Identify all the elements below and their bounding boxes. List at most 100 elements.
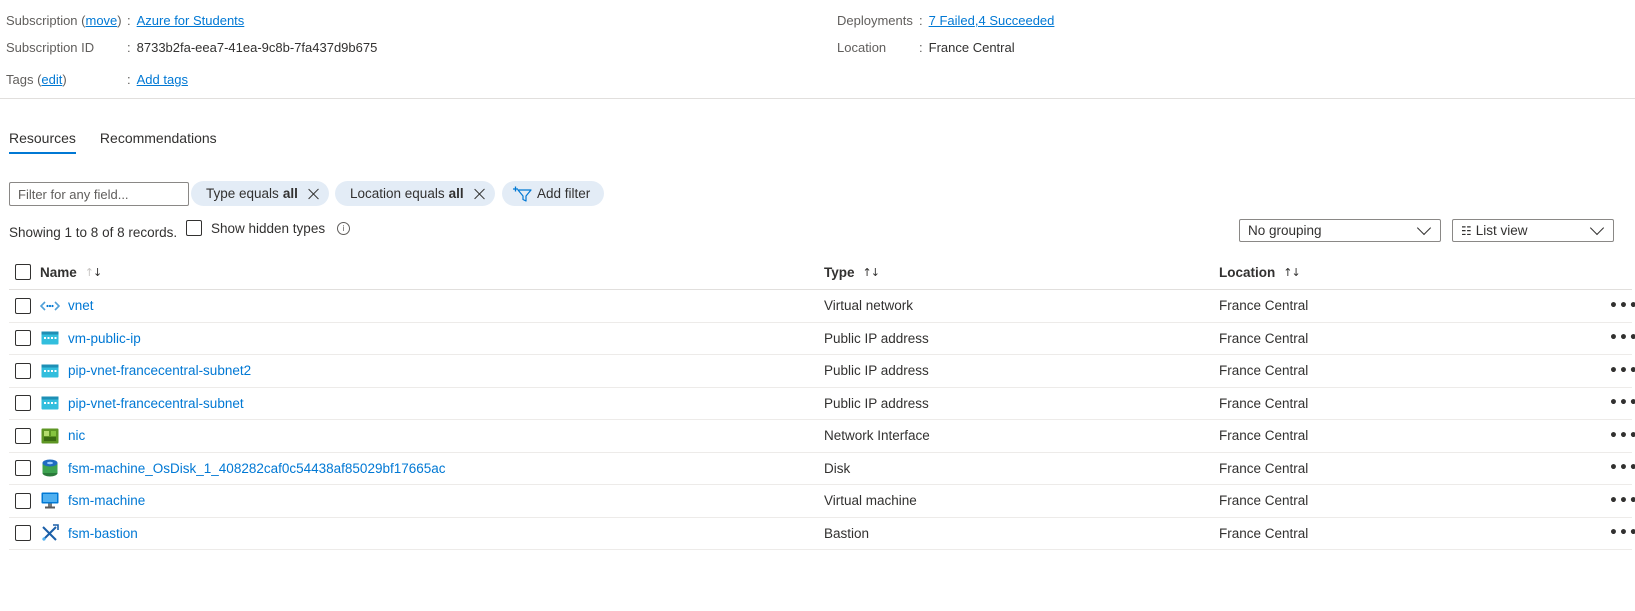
deployments-succeeded-link[interactable]: 4 Succeeded bbox=[979, 13, 1055, 28]
grouping-value: No grouping bbox=[1248, 223, 1322, 238]
close-icon[interactable] bbox=[308, 188, 320, 200]
show-hidden-types: Show hidden types i bbox=[186, 220, 351, 236]
public-ip-icon bbox=[40, 328, 60, 348]
chevron-down-icon bbox=[1589, 220, 1605, 236]
table-row[interactable]: vm-public-ip Public IP address France Ce… bbox=[9, 323, 1635, 355]
subscription-link[interactable]: Azure for Students bbox=[137, 13, 245, 28]
show-hidden-label: Show hidden types bbox=[211, 220, 326, 236]
resource-name-link[interactable]: fsm-machine_OsDisk_1_408282caf0c54438af8… bbox=[68, 461, 446, 476]
deployments-label: Deployments bbox=[837, 13, 913, 28]
resource-name-link[interactable]: pip-vnet-francecentral-subnet2 bbox=[68, 363, 251, 378]
sort-icon[interactable]: ↑↓ bbox=[863, 266, 880, 279]
deployments-colon: : bbox=[919, 13, 923, 28]
location-value: France Central bbox=[928, 40, 1015, 55]
view-dropdown[interactable]: ☷ List view bbox=[1452, 219, 1614, 242]
column-name-header[interactable]: Name ↑↓ bbox=[40, 255, 102, 289]
resource-name-link[interactable]: vnet bbox=[68, 298, 94, 313]
type-filter-prefix: Type equals bbox=[206, 186, 279, 201]
deployments-failed-link[interactable]: 7 Failed bbox=[929, 13, 975, 28]
row-checkbox[interactable] bbox=[15, 362, 31, 379]
more-options-icon[interactable]: ••• bbox=[1609, 298, 1635, 314]
table-row[interactable]: vnet Virtual network France Central ••• bbox=[9, 290, 1635, 323]
table-row[interactable]: pip-vnet-francecentral-subnet Public IP … bbox=[9, 388, 1635, 420]
resource-location: France Central bbox=[1219, 363, 1309, 379]
tags-edit-link[interactable]: edit bbox=[41, 72, 62, 87]
resource-location: France Central bbox=[1219, 428, 1309, 444]
virtual-network-icon bbox=[40, 296, 60, 316]
row-checkbox[interactable] bbox=[15, 395, 31, 412]
more-options-icon[interactable]: ••• bbox=[1609, 460, 1635, 476]
network-interface-icon bbox=[40, 426, 60, 446]
sort-icon[interactable]: ↑↓ bbox=[1283, 266, 1300, 279]
show-hidden-checkbox[interactable] bbox=[186, 220, 202, 236]
more-options-icon[interactable]: ••• bbox=[1609, 493, 1635, 509]
virtual-machine-icon bbox=[40, 491, 60, 511]
more-options-icon[interactable]: ••• bbox=[1609, 363, 1635, 379]
subscription-row: Subscription (move) bbox=[6, 13, 122, 28]
location-filter-value: all bbox=[448, 186, 464, 201]
disk-icon bbox=[40, 458, 60, 478]
resource-tabs: Resources Recommendations bbox=[9, 126, 241, 154]
table-row[interactable]: nic Network Interface France Central ••• bbox=[9, 420, 1635, 453]
row-checkbox[interactable] bbox=[15, 460, 31, 477]
subscription-colon: : bbox=[127, 13, 131, 28]
tags-colon: : bbox=[127, 72, 131, 87]
resource-type: Bastion bbox=[824, 525, 870, 541]
location-filter-pill[interactable]: Location equals all bbox=[335, 181, 495, 206]
row-checkbox[interactable] bbox=[15, 297, 31, 314]
resource-name-link[interactable]: nic bbox=[68, 428, 85, 443]
view-value: List view bbox=[1475, 223, 1528, 238]
type-filter-pill[interactable]: Type equals all bbox=[191, 181, 329, 206]
table-row[interactable]: fsm-bastion Bastion France Central ••• bbox=[9, 518, 1635, 550]
more-options-icon[interactable]: ••• bbox=[1609, 525, 1635, 541]
resource-type: Public IP address bbox=[824, 330, 929, 346]
tags-label: Tags (edit) bbox=[6, 72, 67, 87]
grouping-dropdown[interactable]: No grouping bbox=[1239, 219, 1441, 242]
resource-location: France Central bbox=[1219, 460, 1309, 476]
row-checkbox[interactable] bbox=[15, 492, 31, 509]
resource-type: Virtual machine bbox=[824, 493, 917, 509]
resource-name-link[interactable]: pip-vnet-francecentral-subnet bbox=[68, 396, 244, 411]
row-checkbox[interactable] bbox=[15, 427, 31, 444]
row-checkbox[interactable] bbox=[15, 525, 31, 542]
filter-input[interactable] bbox=[9, 182, 189, 206]
tab-resources[interactable]: Resources bbox=[9, 126, 76, 154]
table-row[interactable]: fsm-machine_OsDisk_1_408282caf0c54438af8… bbox=[9, 453, 1635, 485]
subscription-label: Subscription (move) bbox=[6, 13, 122, 28]
subscription-id-colon: : bbox=[127, 40, 131, 55]
subscription-id-value: 8733b2fa-eea7-41ea-9c8b-7fa437d9b675 bbox=[136, 40, 378, 55]
info-icon[interactable]: i bbox=[337, 221, 351, 235]
resource-name-link[interactable]: vm-public-ip bbox=[68, 331, 141, 346]
close-icon[interactable] bbox=[474, 188, 486, 200]
row-checkbox[interactable] bbox=[15, 330, 31, 347]
resources-table: Name ↑↓ Type ↑↓ Location ↑↓ vnet Virtual… bbox=[9, 255, 1635, 550]
location-filter-prefix: Location equals bbox=[350, 186, 445, 201]
more-options-icon[interactable]: ••• bbox=[1609, 428, 1635, 444]
column-location-header[interactable]: Location ↑↓ bbox=[1219, 255, 1301, 289]
resource-location: France Central bbox=[1219, 330, 1309, 346]
resource-location: France Central bbox=[1219, 525, 1309, 541]
add-tags-link[interactable]: Add tags bbox=[137, 72, 188, 87]
resource-type: Network Interface bbox=[824, 428, 930, 444]
resource-type: Virtual network bbox=[824, 298, 914, 314]
resource-type: Public IP address bbox=[824, 395, 929, 411]
resource-type: Disk bbox=[824, 460, 851, 476]
sort-icon[interactable]: ↑↓ bbox=[85, 266, 102, 279]
resource-location: France Central bbox=[1219, 493, 1309, 509]
public-ip-icon bbox=[40, 393, 60, 413]
column-type-header[interactable]: Type ↑↓ bbox=[824, 255, 880, 289]
more-options-icon[interactable]: ••• bbox=[1609, 330, 1635, 346]
list-view-icon: ☷ bbox=[1461, 223, 1472, 238]
resource-location: France Central bbox=[1219, 298, 1309, 314]
resource-location: France Central bbox=[1219, 395, 1309, 411]
select-all-checkbox[interactable] bbox=[15, 264, 31, 280]
table-row[interactable]: fsm-machine Virtual machine France Centr… bbox=[9, 485, 1635, 518]
more-options-icon[interactable]: ••• bbox=[1609, 395, 1635, 411]
resource-name-link[interactable]: fsm-bastion bbox=[68, 526, 138, 541]
table-row[interactable]: pip-vnet-francecentral-subnet2 Public IP… bbox=[9, 355, 1635, 388]
add-filter-button[interactable]: Add filter bbox=[502, 181, 605, 206]
chevron-down-icon bbox=[1416, 220, 1432, 236]
tab-recommendations[interactable]: Recommendations bbox=[100, 126, 217, 154]
resource-name-link[interactable]: fsm-machine bbox=[68, 493, 145, 508]
subscription-move-link[interactable]: move bbox=[86, 13, 118, 28]
